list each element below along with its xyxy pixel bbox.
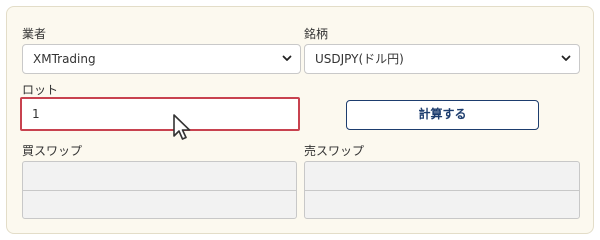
chevron-down-icon [561,55,571,61]
calculate-button[interactable]: 計算する [346,100,539,130]
mouse-cursor-icon [173,114,191,140]
swap-calculator-panel: 業者 XMTrading 銘柄 USDJPY(ドル円) ロット 1 計算する 買… [6,6,594,234]
chevron-down-icon [282,55,292,61]
buy-swap-output [22,161,297,219]
buy-swap-label: 買スワップ [22,144,83,158]
symbol-select[interactable]: USDJPY(ドル円) [304,44,580,74]
symbol-label: 銘柄 [304,27,329,41]
lot-label: ロット [22,83,59,97]
sell-swap-divider [305,190,579,191]
lot-input[interactable]: 1 [20,97,300,131]
sell-swap-label: 売スワップ [304,144,365,158]
lot-input-value: 1 [32,107,40,121]
broker-label: 業者 [22,27,47,41]
broker-select[interactable]: XMTrading [22,44,301,74]
buy-swap-divider [23,190,296,191]
symbol-selected-value: USDJPY(ドル円) [315,52,404,66]
broker-selected-value: XMTrading [33,52,96,66]
sell-swap-output [304,161,580,219]
